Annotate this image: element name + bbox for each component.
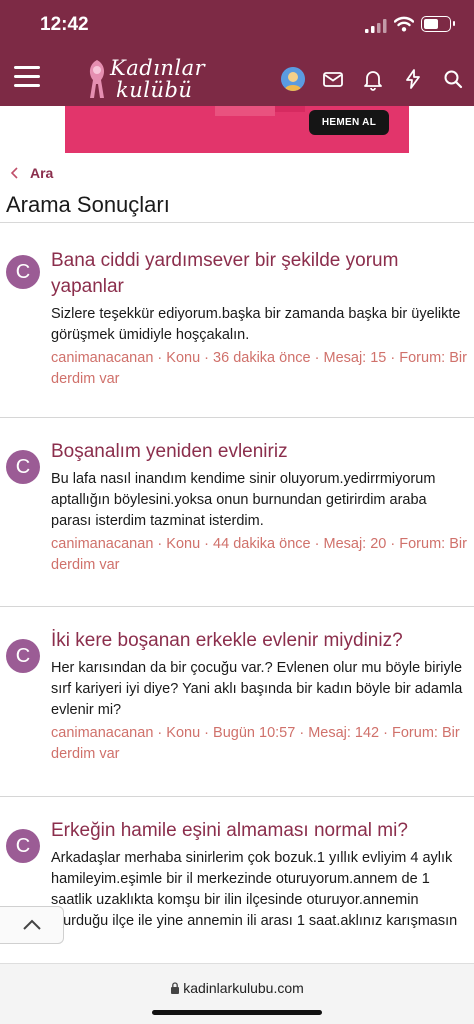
result-author-link[interactable]: canimanacanan [51, 536, 153, 552]
logo-text-line1: Kadınlar [110, 56, 206, 80]
cellular-signal-icon [365, 19, 387, 33]
search-result: C Boşanalım yeniden evleniriz Bu lafa na… [0, 418, 474, 607]
wifi-icon [394, 16, 414, 32]
result-type: Konu [166, 536, 201, 552]
result-meta: canimanacanan · Konu · 44 dakika önce · … [51, 536, 467, 573]
home-indicator[interactable] [152, 1010, 322, 1015]
status-time: 12:42 [40, 14, 89, 35]
hamburger-menu-icon[interactable] [14, 66, 40, 88]
result-title-link[interactable]: Bana ciddi yardımsever bir şekilde yorum… [51, 248, 468, 300]
ad-cta-button[interactable]: HEMEN AL [309, 110, 389, 135]
search-result: C Bana ciddi yardımsever bir şekilde yor… [0, 223, 474, 418]
result-snippet: Her karısından da bir çocuğu var.? Evlen… [51, 660, 463, 718]
result-title-link[interactable]: Boşanalım yeniden evleniriz [51, 439, 468, 465]
url-display[interactable]: kadinlarkulubu.com [0, 980, 474, 996]
scroll-to-top-button[interactable] [0, 906, 64, 944]
result-time: 44 dakika önce [213, 536, 311, 552]
site-logo[interactable]: Kadınlar kulübü [80, 52, 210, 104]
mail-icon[interactable] [321, 67, 345, 91]
lipstick-logo-icon [89, 60, 105, 98]
search-results-list: C Bana ciddi yardımsever bir şekilde yor… [0, 223, 474, 947]
search-icon[interactable] [441, 67, 465, 91]
result-title-link[interactable]: Erkeğin hamile eşini almaması normal mi? [51, 818, 468, 844]
lightning-icon[interactable] [401, 67, 425, 91]
result-title-link[interactable]: İki kere boşanan erkekle evlenir miydini… [51, 628, 468, 654]
result-meta: canimanacanan · Konu · Bugün 10:57 · Mes… [51, 725, 460, 762]
bell-icon[interactable] [361, 67, 385, 91]
logo-text-line2: kulübü [116, 78, 193, 102]
result-replies: Mesaj: 142 [308, 725, 380, 741]
search-result: C İki kere boşanan erkekle evlenir miydi… [0, 607, 474, 797]
result-time: 36 dakika önce [213, 350, 311, 366]
search-result: C Erkeğin hamile eşini almaması normal m… [0, 797, 474, 947]
battery-icon [421, 16, 455, 32]
result-snippet: Bu lafa nasıl inandım kendime sinir oluy… [51, 471, 436, 529]
result-snippet: Sizlere teşekkür ediyorum.başka bir zama… [51, 306, 461, 343]
lock-icon [171, 982, 180, 994]
chevron-left-icon [10, 167, 18, 179]
result-type: Konu [166, 725, 201, 741]
author-avatar[interactable]: C [6, 450, 40, 484]
page-title: Arama Sonuçları [6, 192, 170, 217]
result-author-link[interactable]: canimanacanan [51, 350, 153, 366]
result-snippet: Arkadaşlar merhaba sinirlerim çok bozuk.… [51, 850, 458, 929]
breadcrumb-label[interactable]: Ara [30, 165, 53, 181]
result-type: Konu [166, 350, 201, 366]
result-author-link[interactable]: canimanacanan [51, 725, 153, 741]
chevron-up-icon [23, 919, 41, 930]
result-time: Bugün 10:57 [213, 725, 296, 741]
status-bar: 12:42 [0, 0, 474, 50]
user-avatar[interactable] [281, 67, 305, 91]
browser-address-bar[interactable]: kadinlarkulubu.com [0, 963, 474, 1024]
result-replies: Mesaj: 15 [323, 350, 387, 366]
result-replies: Mesaj: 20 [323, 536, 387, 552]
battery-level [424, 19, 438, 29]
author-avatar[interactable]: C [6, 255, 40, 289]
author-avatar[interactable]: C [6, 639, 40, 673]
breadcrumb[interactable]: Ara [8, 165, 53, 185]
url-text: kadinlarkulubu.com [183, 980, 304, 996]
result-meta: canimanacanan · Konu · 36 dakika önce · … [51, 350, 467, 387]
ad-banner[interactable]: HEMEN AL [65, 106, 409, 153]
author-avatar[interactable]: C [6, 829, 40, 863]
